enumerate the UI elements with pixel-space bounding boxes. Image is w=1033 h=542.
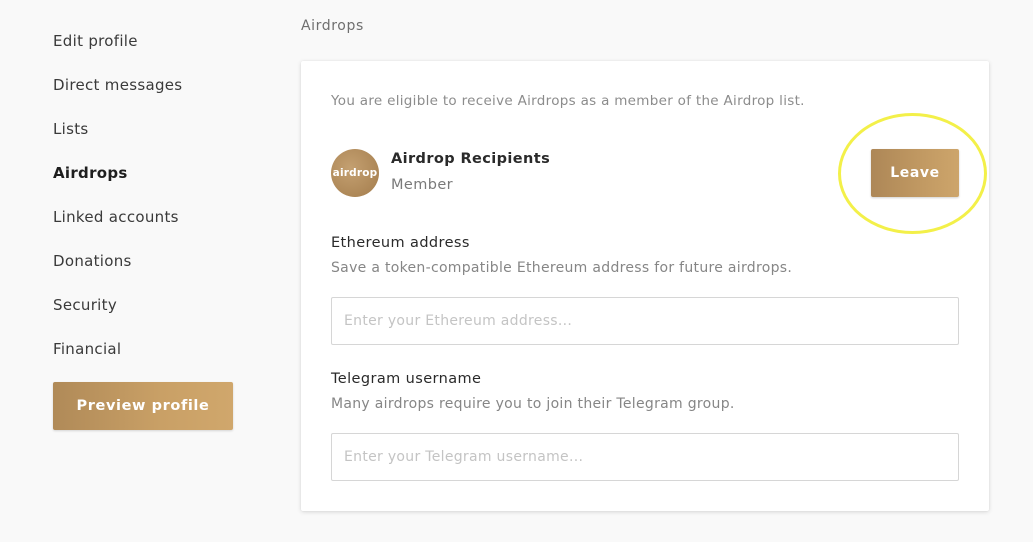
telegram-username-label: Telegram username (331, 371, 482, 387)
avatar-text: airdrop (332, 167, 378, 179)
airdrops-card: You are eligible to receive Airdrops as … (301, 61, 989, 511)
telegram-username-help: Many airdrops require you to join their … (331, 396, 735, 412)
sidebar-item-edit-profile[interactable]: Edit profile (53, 32, 138, 50)
preview-profile-button[interactable]: Preview profile (53, 382, 233, 430)
sidebar-item-linked-accounts[interactable]: Linked accounts (53, 208, 179, 226)
ethereum-address-help: Save a token-compatible Ethereum address… (331, 260, 793, 276)
group-name: Airdrop Recipients (391, 151, 551, 167)
ethereum-address-label: Ethereum address (331, 235, 470, 251)
sidebar-item-security[interactable]: Security (53, 296, 117, 314)
sidebar-item-direct-messages[interactable]: Direct messages (53, 76, 182, 94)
ethereum-address-input[interactable] (331, 297, 959, 345)
page-title: Airdrops (301, 18, 364, 34)
sidebar-item-financial[interactable]: Financial (53, 340, 121, 358)
sidebar-item-donations[interactable]: Donations (53, 252, 132, 270)
sidebar-item-lists[interactable]: Lists (53, 120, 89, 138)
airdrop-group-avatar: airdrop (331, 149, 379, 197)
leave-button[interactable]: Leave (871, 149, 959, 197)
group-role: Member (391, 177, 454, 193)
sidebar-item-airdrops[interactable]: Airdrops (53, 164, 128, 182)
telegram-username-input[interactable] (331, 433, 959, 481)
airdrop-eligibility-text: You are eligible to receive Airdrops as … (331, 93, 805, 109)
